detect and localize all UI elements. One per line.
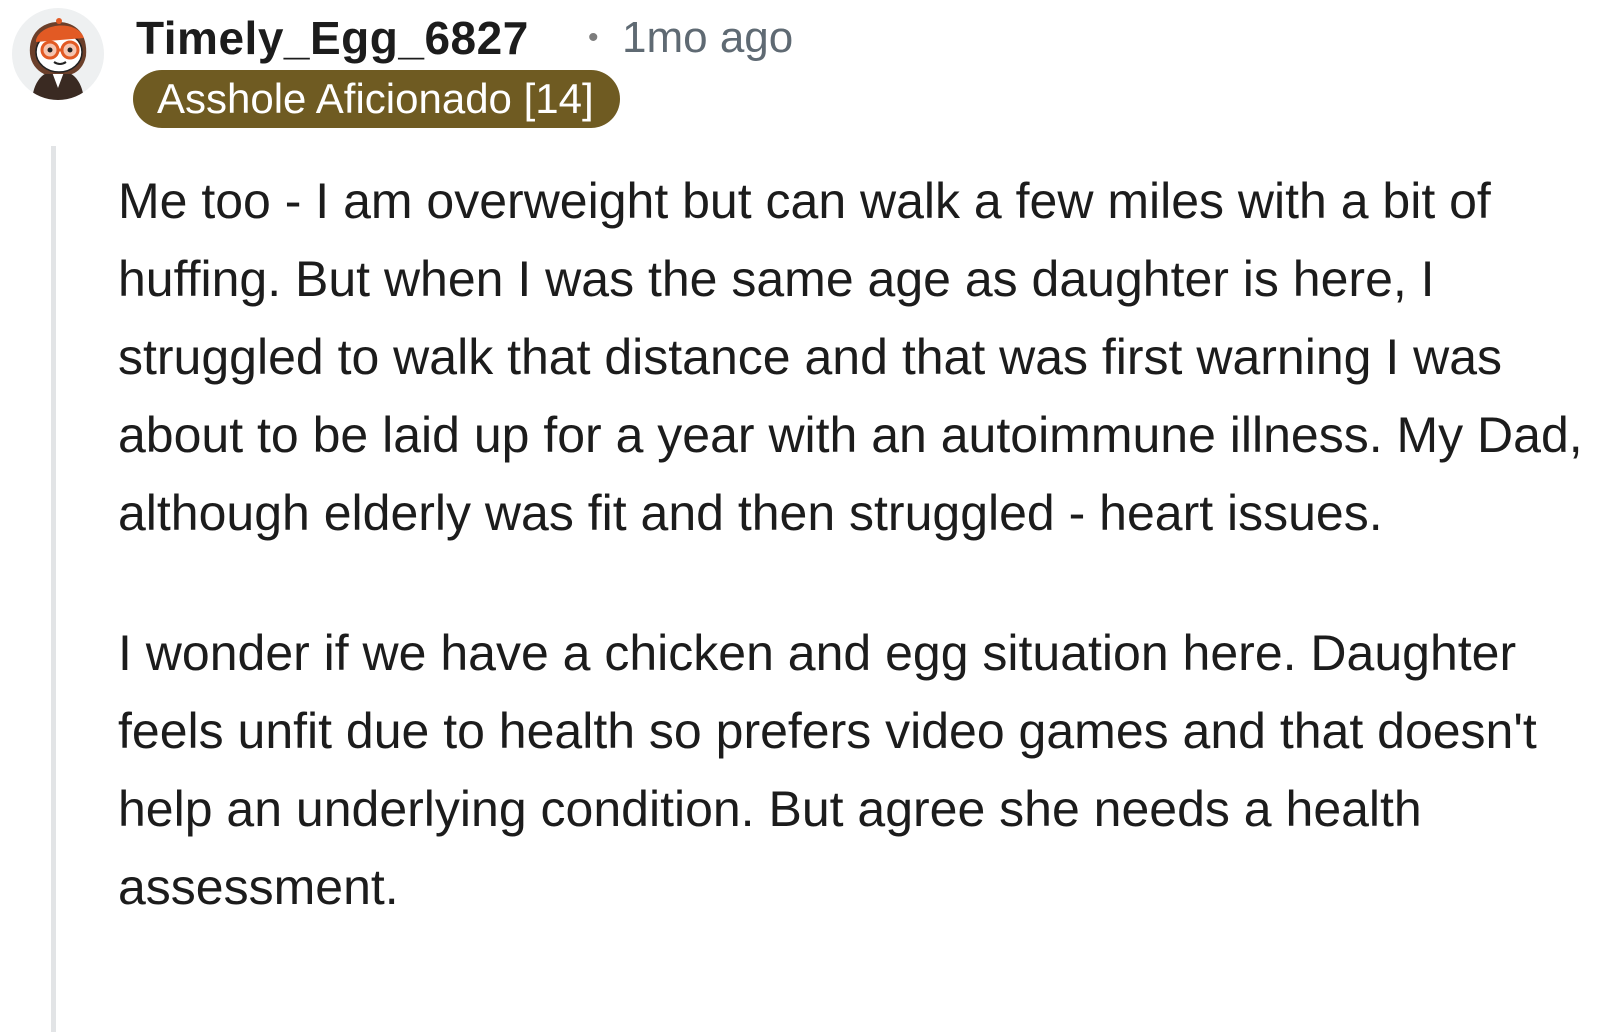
meta-separator: • (588, 21, 599, 54)
comment-paragraph: I wonder if we have a chicken and egg si… (118, 625, 1537, 915)
snoo-avatar-icon[interactable] (12, 8, 104, 100)
comment-timestamp[interactable]: 1mo ago (622, 8, 793, 68)
comment-paragraph: Me too - I am overweight but can walk a … (118, 173, 1583, 541)
comment-body: Me too - I am overweight but can walk a … (118, 162, 1608, 926)
comment: Timely_Egg_6827 • 1mo ago Asshole Aficio… (0, 0, 1616, 1032)
user-flair-badge: Asshole Aficionado [14] (133, 70, 620, 128)
username-link[interactable]: Timely_Egg_6827 (136, 8, 529, 68)
thread-collapse-line[interactable] (51, 146, 56, 1032)
